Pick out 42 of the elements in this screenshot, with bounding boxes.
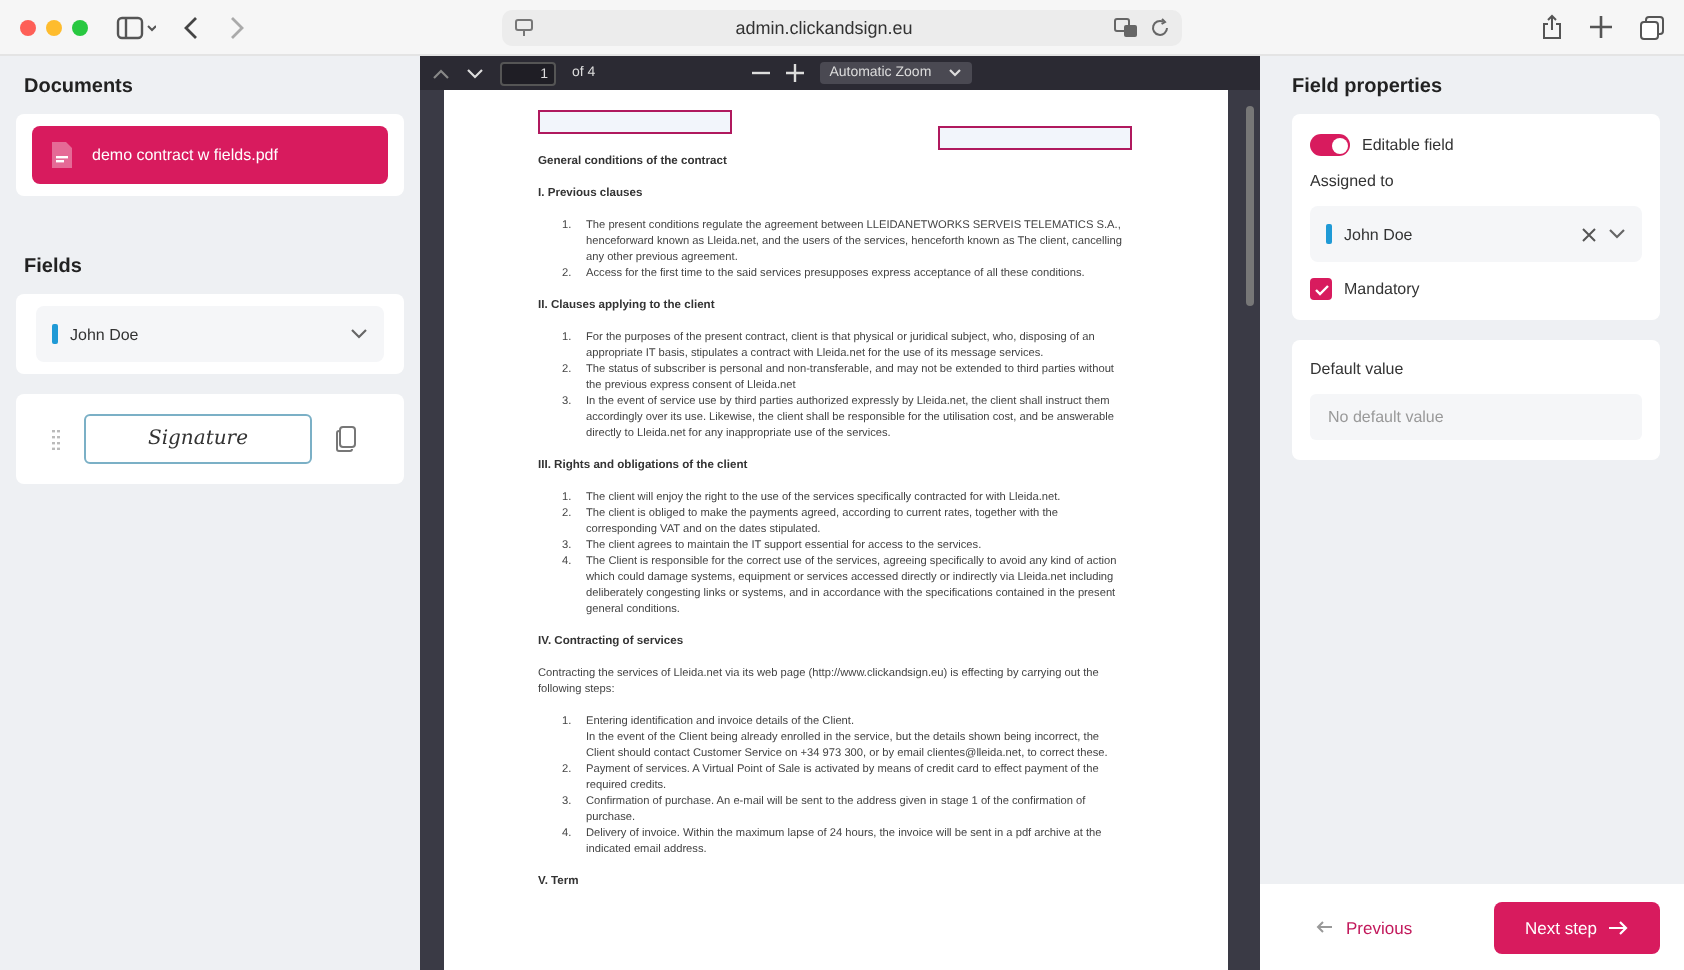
signature-field[interactable]: Signature xyxy=(84,414,312,464)
field-label: Default value xyxy=(1310,360,1406,378)
chevron-down-icon xyxy=(947,68,962,78)
previous-page-icon[interactable] xyxy=(432,67,450,79)
share-icon[interactable] xyxy=(1542,14,1562,40)
next-step-button[interactable]: Next step xyxy=(1494,901,1660,953)
sidebar-icon[interactable] xyxy=(116,15,156,39)
chevron-down-icon[interactable] xyxy=(1608,228,1626,240)
section-title: Fields xyxy=(24,256,84,278)
site-icon xyxy=(514,17,534,37)
field-label: Assigned to xyxy=(1310,172,1396,190)
clear-icon[interactable] xyxy=(1582,227,1596,241)
signer-select[interactable]: John Doe xyxy=(36,306,384,362)
file-icon xyxy=(52,142,72,168)
toggle-label: Editable field xyxy=(1362,136,1454,154)
scrollbar-thumb[interactable] xyxy=(1246,106,1254,306)
default-value-field[interactable]: No default value xyxy=(1310,394,1642,440)
plus-icon[interactable] xyxy=(1590,16,1612,38)
close-window-icon[interactable] xyxy=(20,19,36,35)
section-title: Documents xyxy=(24,76,135,98)
next-page-icon[interactable] xyxy=(466,67,484,79)
zoom-in-icon[interactable] xyxy=(785,64,804,82)
signature-placeholder[interactable] xyxy=(938,126,1132,150)
assignee-select[interactable]: John Doe xyxy=(1310,206,1642,262)
translate-icon[interactable] xyxy=(1114,17,1138,37)
mandatory-checkbox[interactable] xyxy=(1310,278,1332,300)
checkbox-label: Mandatory xyxy=(1344,280,1420,298)
copy-icon[interactable] xyxy=(336,426,356,452)
arrow-right-icon xyxy=(1608,919,1629,935)
address-bar[interactable]: admin.clickandsign.eu xyxy=(502,9,1182,45)
panel-title: Field properties xyxy=(1292,76,1445,98)
tabs-icon[interactable] xyxy=(1640,15,1664,39)
document-item[interactable]: demo contract w fields.pdf xyxy=(32,126,388,184)
signature-placeholder[interactable] xyxy=(538,110,732,134)
back-icon[interactable] xyxy=(184,15,200,39)
arrow-left-icon xyxy=(1316,920,1334,934)
editable-toggle[interactable] xyxy=(1310,134,1350,156)
reload-icon[interactable] xyxy=(1150,17,1170,37)
url-text: admin.clickandsign.eu xyxy=(733,17,915,37)
chevron-down-icon xyxy=(350,328,368,340)
drag-handle-icon[interactable] xyxy=(52,429,60,449)
previous-button[interactable]: Previous xyxy=(1312,913,1417,941)
